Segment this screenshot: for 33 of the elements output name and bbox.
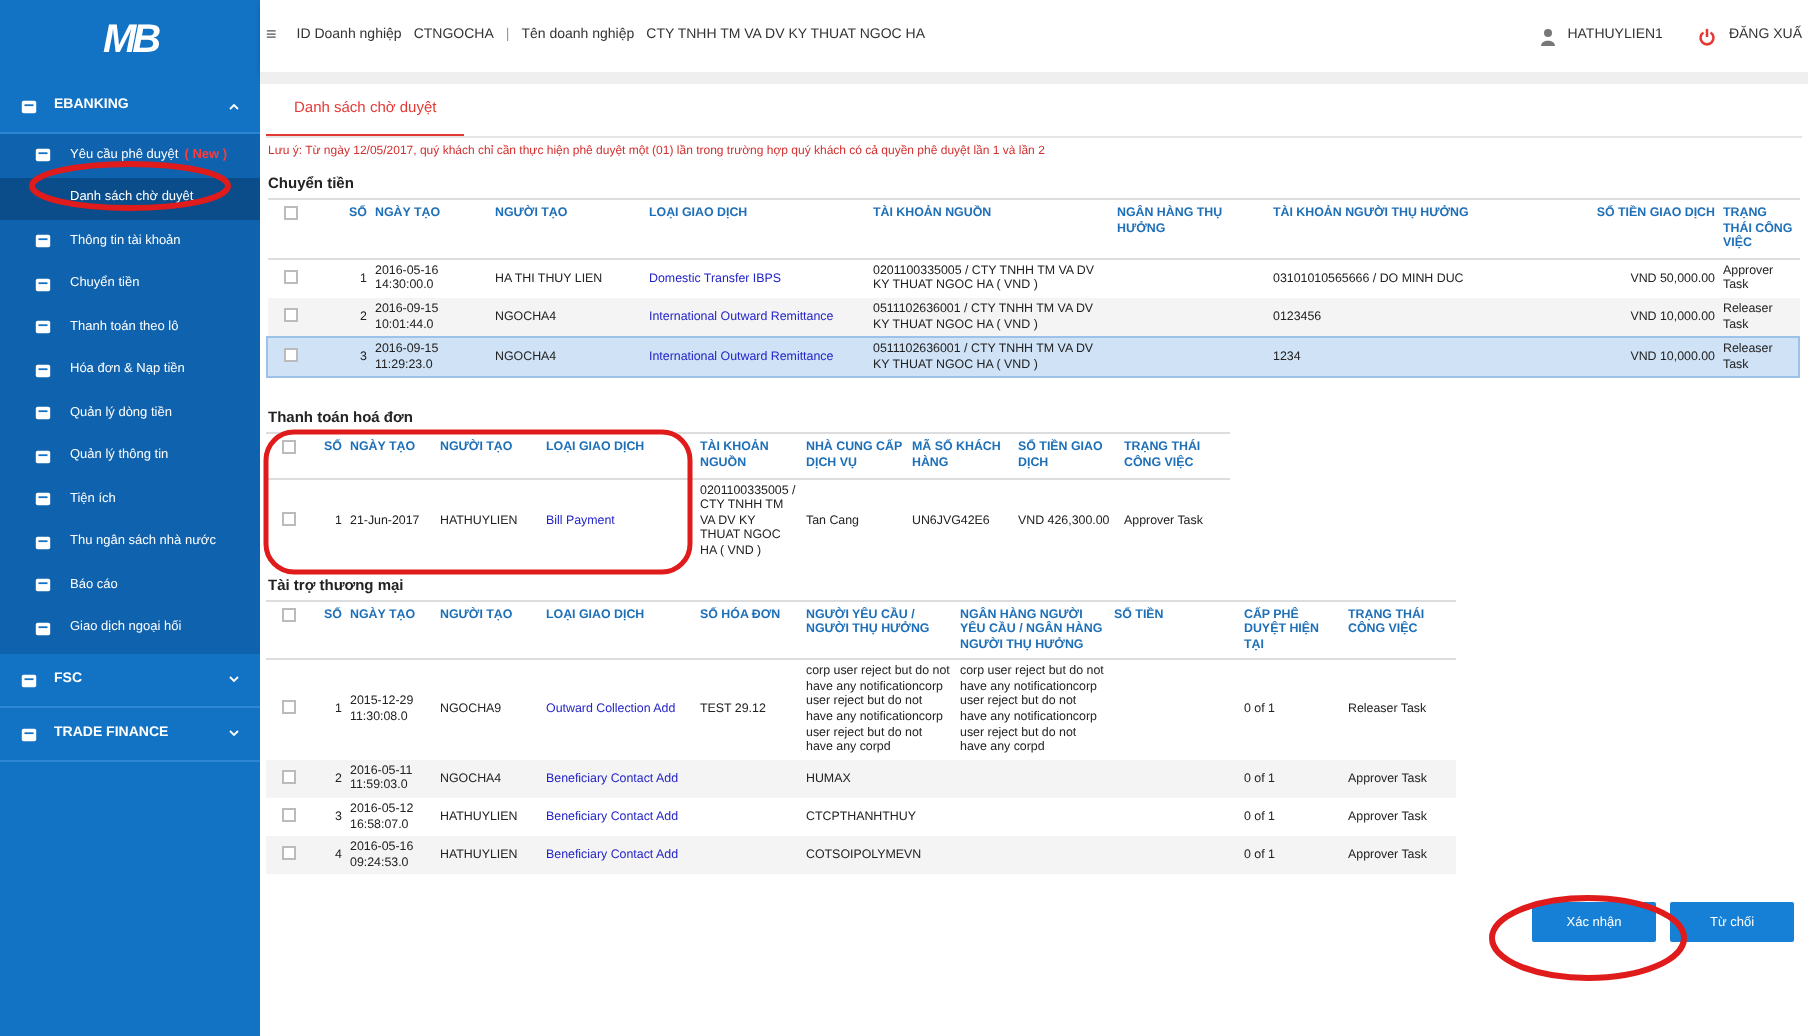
item-icon — [34, 318, 52, 337]
checkbox[interactable] — [282, 846, 296, 861]
item-icon — [34, 447, 52, 466]
checkbox[interactable] — [282, 440, 296, 455]
caret-down-icon — [228, 676, 240, 684]
checkbox[interactable] — [282, 700, 296, 715]
caret-down-icon — [228, 730, 240, 738]
checkbox[interactable] — [284, 347, 298, 362]
item-icon — [34, 404, 52, 423]
table-row[interactable] — [266, 659, 1456, 760]
checkbox[interactable] — [283, 307, 297, 322]
power-icon — [1698, 27, 1717, 45]
item-icon — [34, 146, 52, 165]
item-icon — [34, 576, 52, 595]
caret-up-icon — [228, 102, 240, 110]
group-icon — [20, 671, 38, 689]
item-icon — [34, 533, 52, 552]
checkbox[interactable] — [283, 269, 297, 284]
checkbox[interactable] — [282, 807, 296, 822]
group-icon — [20, 725, 38, 743]
item-icon — [34, 275, 52, 294]
checkbox[interactable] — [282, 511, 296, 526]
user-icon — [1539, 27, 1556, 45]
menu-icon[interactable]: ≡ — [266, 22, 277, 50]
group-icon — [20, 97, 38, 115]
checkbox[interactable] — [282, 769, 296, 784]
logo: MB — [102, 16, 158, 66]
checkbox[interactable] — [282, 607, 296, 621]
item-icon — [34, 232, 52, 251]
item-icon — [34, 490, 52, 509]
checkbox[interactable] — [283, 206, 297, 220]
item-icon — [34, 361, 52, 380]
item-icon — [34, 619, 52, 638]
